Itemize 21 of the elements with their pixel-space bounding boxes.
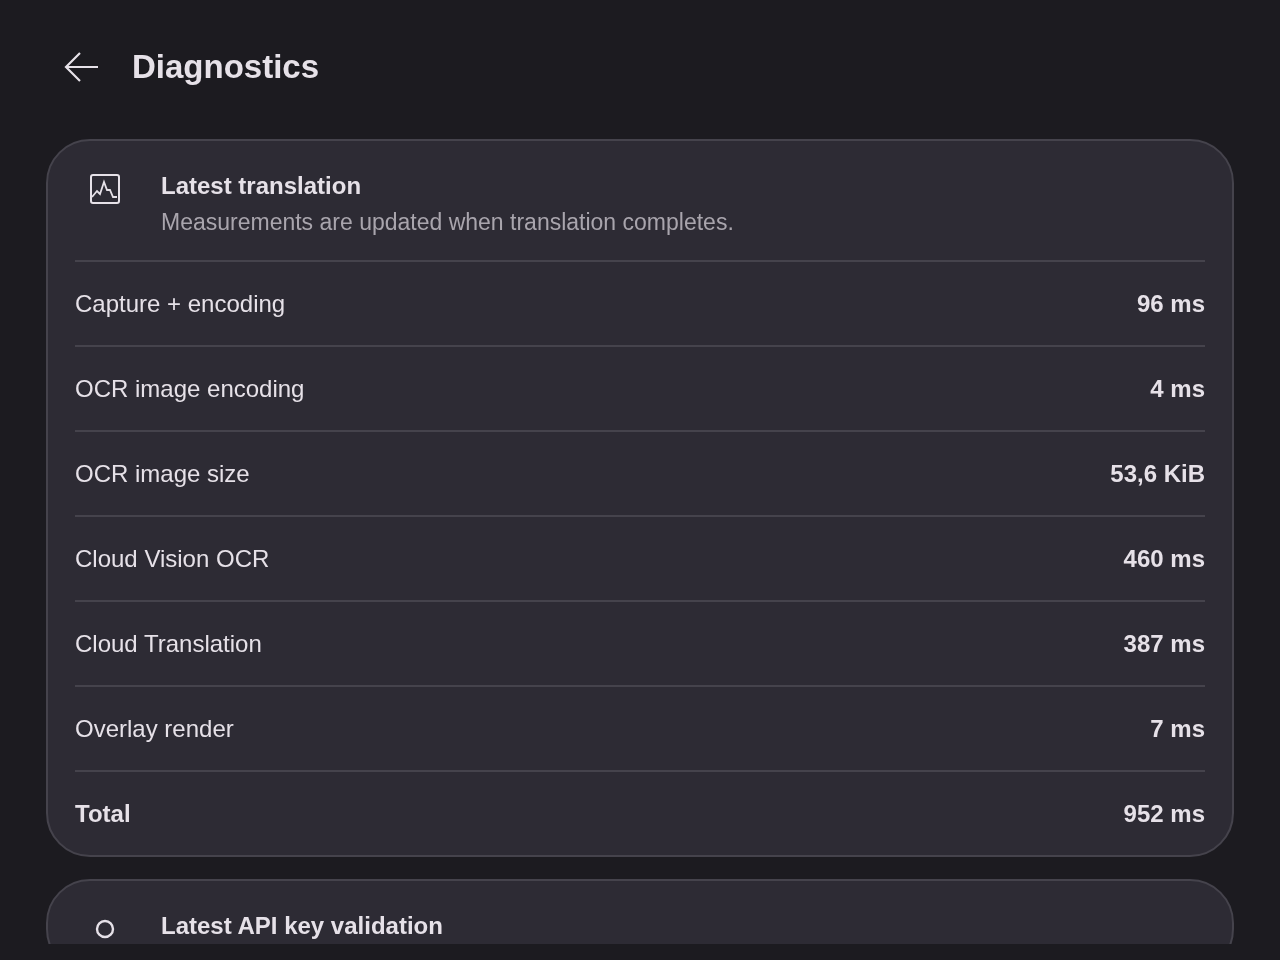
metric-value: 460 ms: [1123, 544, 1205, 573]
metric-value: 96 ms: [1136, 289, 1205, 318]
chart-icon: [89, 173, 121, 205]
metric-label: Cloud Vision OCR: [75, 544, 270, 573]
metric-label: Capture + encoding: [75, 289, 286, 318]
metric-label: Overlay render: [75, 714, 234, 743]
back-button[interactable]: [64, 50, 100, 83]
metric-value: 4 ms: [1150, 374, 1205, 403]
metric-label: Total: [75, 799, 131, 828]
metric-label: OCR image size: [75, 459, 250, 488]
card-title: Latest API key validation: [161, 911, 443, 941]
metric-label: OCR image encoding: [75, 374, 305, 403]
metric-label: Cloud Translation: [75, 629, 262, 658]
metric-value: 7 ms: [1150, 714, 1205, 743]
card-subtitle: Measurements are updated when translation completes.: [161, 209, 734, 236]
page-title: Diagnostics: [132, 47, 320, 86]
metric-value: 53,6 KiB: [1110, 459, 1205, 488]
metric-value: 387 ms: [1123, 629, 1205, 658]
card-title: Latest translation: [161, 171, 363, 201]
back-arrow-icon: [64, 50, 100, 83]
metric-value: 952 ms: [1123, 799, 1205, 828]
